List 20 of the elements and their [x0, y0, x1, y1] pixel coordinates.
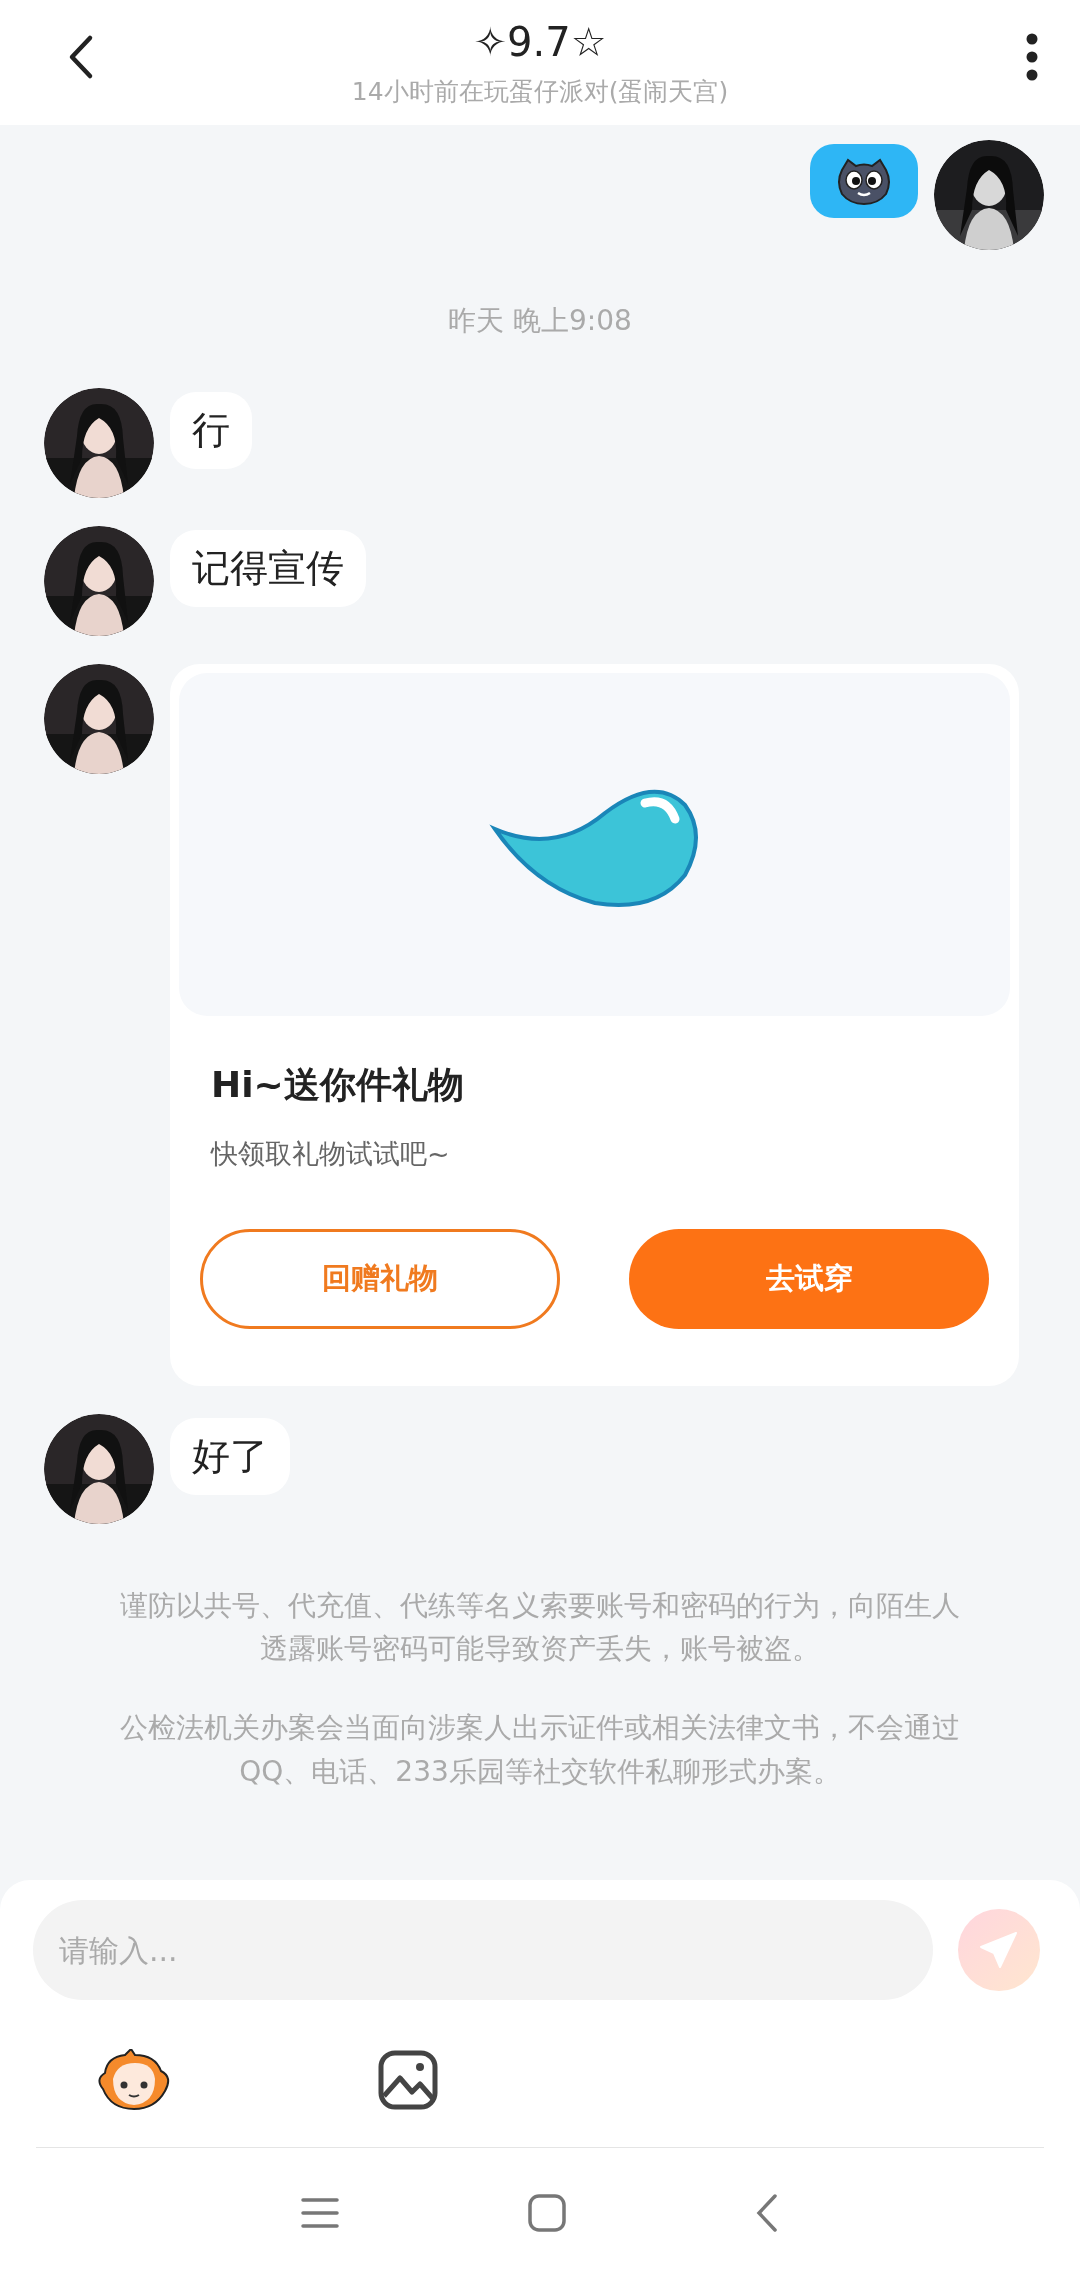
gift-title: Hi~送你件礼物 [211, 1063, 465, 1107]
back-button[interactable] [68, 34, 94, 80]
timestamp: 昨天 晚上9:08 [447, 303, 633, 339]
image-button[interactable] [378, 2050, 438, 2110]
gift-subtitle: 快领取礼物试试吧~ [211, 1137, 451, 1171]
more-button[interactable] [1024, 32, 1040, 82]
status-text: 14小时前在玩蛋仔派对(蛋闹天宫) [351, 76, 729, 108]
chat-title: ✧9.7☆ [473, 18, 607, 62]
message-bubble: 行 [170, 392, 252, 470]
recents-button[interactable] [300, 2196, 339, 2229]
message-bubble: 好了 [170, 1417, 290, 1495]
paper-plane-icon [978, 1929, 1020, 1971]
message-bubble: 记得宣传 [170, 530, 366, 608]
return-gift-button[interactable]: 回赠礼物 [200, 1228, 560, 1329]
notice-text: 谨防以共号、代充值、代练等名义索要账号和密码的行为，向陌生人透露账号密码可能导致资产丢失，账号被盗。 [119, 1587, 961, 1667]
notice-text: 公检法机关办案会当面向涉案人出示证件或相关法律文书，不会通过QQ、电话、233乐园等社交软件私聊形式办案。 [119, 1710, 961, 1790]
back-nav-button[interactable] [755, 2192, 780, 2233]
try-on-button[interactable]: 去试穿 [629, 1228, 989, 1329]
home-button[interactable] [528, 2193, 566, 2232]
message-input[interactable]: 请输入... [33, 1900, 933, 2000]
